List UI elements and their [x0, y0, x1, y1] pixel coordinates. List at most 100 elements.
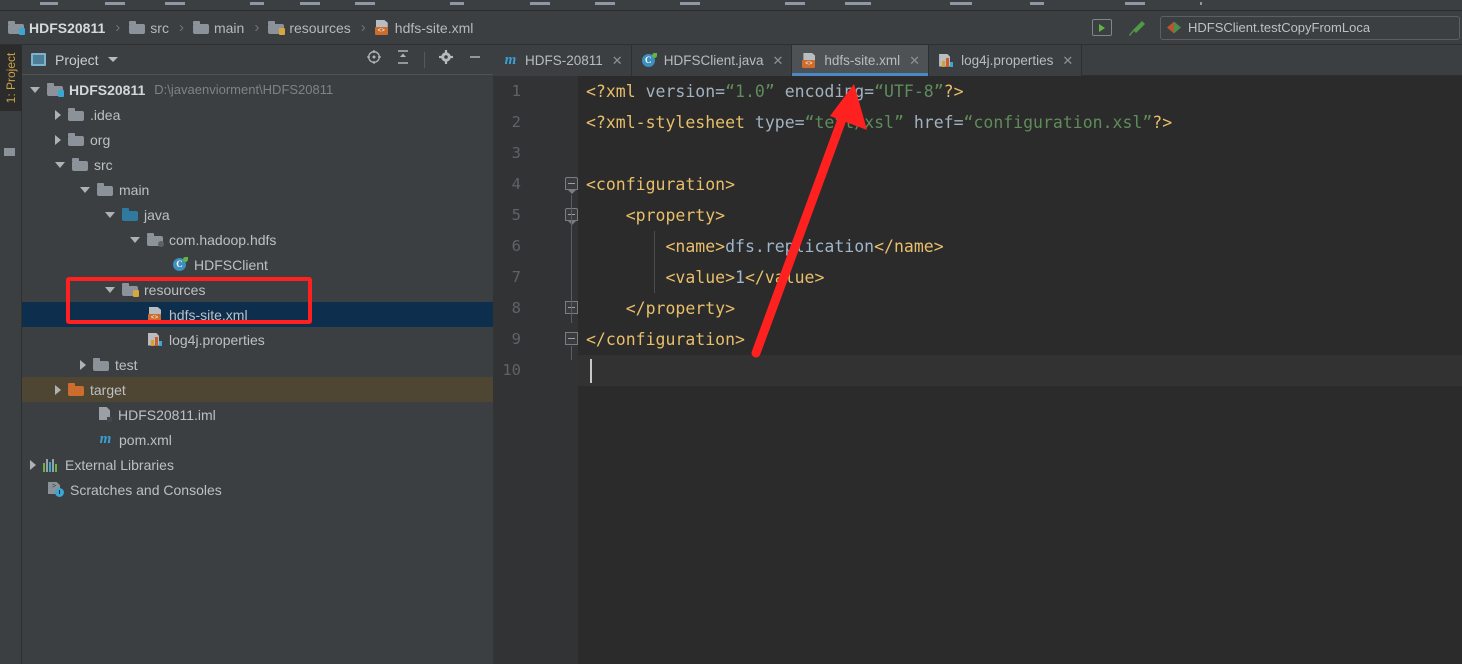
collapse-all-icon[interactable]	[395, 49, 411, 70]
breadcrumb-item-main[interactable]: main	[191, 16, 246, 40]
project-panel-actions	[366, 49, 493, 70]
package-icon	[147, 233, 164, 247]
code-lines[interactable]: <?xml version=“1.0” encoding=“UTF-8”?> <?…	[578, 76, 1462, 664]
code-line-6[interactable]: <name>dfs.replication</name>	[578, 231, 1462, 262]
chevron-right-icon[interactable]	[55, 109, 61, 120]
chevron-down-icon[interactable]	[105, 211, 115, 218]
code-line-7[interactable]: <value>1</value>	[578, 262, 1462, 293]
tree-node-resources[interactable]: resources	[22, 277, 493, 302]
build-hammer-icon[interactable]	[1126, 17, 1148, 39]
editor-tab-hdfs-20811[interactable]: m HDFS-20811 ✕	[493, 45, 632, 76]
chevron-right-icon[interactable]	[55, 134, 61, 145]
code-token: version=	[645, 82, 726, 101]
menu-item[interactable]	[1200, 2, 1202, 5]
tree-node-scratches-and-consoles[interactable]: > Scratches and Consoles	[22, 477, 493, 502]
menu-item[interactable]	[845, 2, 871, 5]
line-number: 9	[511, 330, 521, 348]
tree-node-org[interactable]: org	[22, 127, 493, 152]
menu-item[interactable]	[300, 2, 320, 5]
code-line-2[interactable]: <?xml-stylesheet type=“text/xsl” href=“c…	[578, 107, 1462, 138]
menu-bar-strip[interactable]	[0, 0, 1462, 11]
code-line-1[interactable]: <?xml version=“1.0” encoding=“UTF-8”?>	[578, 76, 1462, 107]
tree-node-hdfsclient[interactable]: C HDFSClient	[22, 252, 493, 277]
breadcrumb-item-hdfs-site-xml[interactable]: <> hdfs-site.xml	[373, 16, 476, 40]
run-configuration-selector[interactable]: HDFSClient.testCopyFromLoca	[1160, 15, 1460, 40]
code-editor[interactable]: 1 2 3 4 5 6 7 8 9 10 <?xml version=“1.0” encoding…	[493, 76, 1462, 664]
editor-tab-hdfsclient-java[interactable]: C HDFSClient.java ✕	[632, 45, 793, 76]
tree-node-hdfs20811-iml[interactable]: HDFS20811.iml	[22, 402, 493, 427]
tree-node-target[interactable]: target	[22, 377, 493, 402]
menu-item[interactable]	[105, 2, 125, 5]
chevron-down-icon[interactable]	[80, 186, 90, 193]
scratches-icon: >	[48, 482, 64, 497]
tree-node-test[interactable]: test	[22, 352, 493, 377]
breadcrumb-separator: ›	[360, 19, 366, 36]
iml-file-icon	[98, 407, 112, 422]
structure-icon[interactable]	[4, 145, 17, 156]
fold-toggle-icon[interactable]	[565, 169, 579, 200]
breadcrumb-item-src[interactable]: src	[127, 16, 171, 40]
tree-node-log4j-properties[interactable]: log4j.properties	[22, 327, 493, 352]
code-line-8[interactable]: </property>	[578, 293, 1462, 324]
chevron-right-icon[interactable]	[80, 359, 86, 370]
settings-gear-icon[interactable]	[438, 49, 454, 70]
menu-item[interactable]	[595, 2, 615, 5]
menu-item[interactable]	[250, 2, 264, 5]
fold-toggle-icon[interactable]	[565, 200, 579, 231]
menu-item[interactable]	[530, 2, 550, 5]
tree-node-icon-wrap	[122, 208, 138, 221]
chevron-down-icon[interactable]	[30, 86, 40, 93]
menu-item[interactable]	[1125, 2, 1145, 5]
menu-item[interactable]	[785, 2, 805, 5]
breadcrumb-item-hdfs20811[interactable]: HDFS20811	[6, 16, 107, 40]
tree-node-main[interactable]: main	[22, 177, 493, 202]
chevron-down-icon[interactable]	[107, 57, 118, 62]
tree-node-icon-wrap	[147, 233, 164, 247]
tree-node-hdfs-site-xml[interactable]: <> hdfs-site.xml	[22, 302, 493, 327]
fold-toggle-icon[interactable]	[565, 324, 579, 355]
code-line-4[interactable]: <configuration>	[578, 169, 1462, 200]
code-line-5[interactable]: <property>	[578, 200, 1462, 231]
tree-node-pom-xml[interactable]: m pom.xml	[22, 427, 493, 452]
run-icon[interactable]	[1092, 19, 1112, 36]
chevron-down-icon[interactable]	[55, 161, 65, 168]
code-token: encoding=	[774, 82, 875, 101]
breadcrumb-item-resources[interactable]: resources	[266, 16, 352, 40]
tree-node-label: HDFS20811.iml	[118, 406, 216, 423]
line-number: 10	[502, 361, 521, 379]
code-line-10[interactable]	[578, 355, 1462, 386]
tree-node-java[interactable]: java	[22, 202, 493, 227]
chevron-down-icon[interactable]	[105, 286, 115, 293]
tree-node-external-libraries[interactable]: External Libraries	[22, 452, 493, 477]
close-icon[interactable]: ✕	[1062, 53, 1073, 69]
navigation-bar: HDFS20811 › src › main › resources › <> hdfs-site…	[0, 11, 1462, 45]
close-icon[interactable]: ✕	[772, 53, 783, 69]
menu-item[interactable]	[355, 2, 375, 5]
menu-item[interactable]	[1030, 2, 1044, 5]
menu-item[interactable]	[165, 2, 185, 5]
xml-file-icon: <>	[148, 307, 163, 322]
code-line-3[interactable]	[578, 138, 1462, 169]
menu-item[interactable]	[40, 2, 58, 5]
menu-item[interactable]	[950, 2, 972, 5]
tree-node-com-hadoop-hdfs[interactable]: com.hadoop.hdfs	[22, 227, 493, 252]
hide-window-icon[interactable]	[467, 49, 483, 70]
close-icon[interactable]: ✕	[612, 53, 623, 69]
fold-toggle-icon[interactable]	[565, 293, 579, 324]
tool-window-tab-project[interactable]: 1: Project	[0, 45, 22, 111]
menu-item[interactable]	[680, 2, 700, 5]
chevron-right-icon[interactable]	[30, 459, 36, 470]
tree-node--idea[interactable]: .idea	[22, 102, 493, 127]
code-line-9[interactable]: </configuration>	[578, 324, 1462, 355]
editor-gutter[interactable]: 1 2 3 4 5 6 7 8 9 10	[493, 76, 578, 664]
tree-node-hdfs20811[interactable]: HDFS20811 D:\javaenviorment\HDFS20811	[22, 77, 493, 102]
editor-tab-hdfs-site-xml[interactable]: <> hdfs-site.xml ✕	[792, 45, 930, 76]
editor-tab-log4j-properties[interactable]: log4j.properties ✕	[929, 45, 1083, 76]
close-icon[interactable]: ✕	[909, 53, 920, 69]
tree-node-icon-wrap	[93, 358, 109, 371]
chevron-right-icon[interactable]	[55, 384, 61, 395]
locate-icon[interactable]	[366, 49, 382, 70]
menu-item[interactable]	[450, 2, 464, 5]
chevron-down-icon[interactable]	[130, 236, 140, 243]
tree-node-src[interactable]: src	[22, 152, 493, 177]
